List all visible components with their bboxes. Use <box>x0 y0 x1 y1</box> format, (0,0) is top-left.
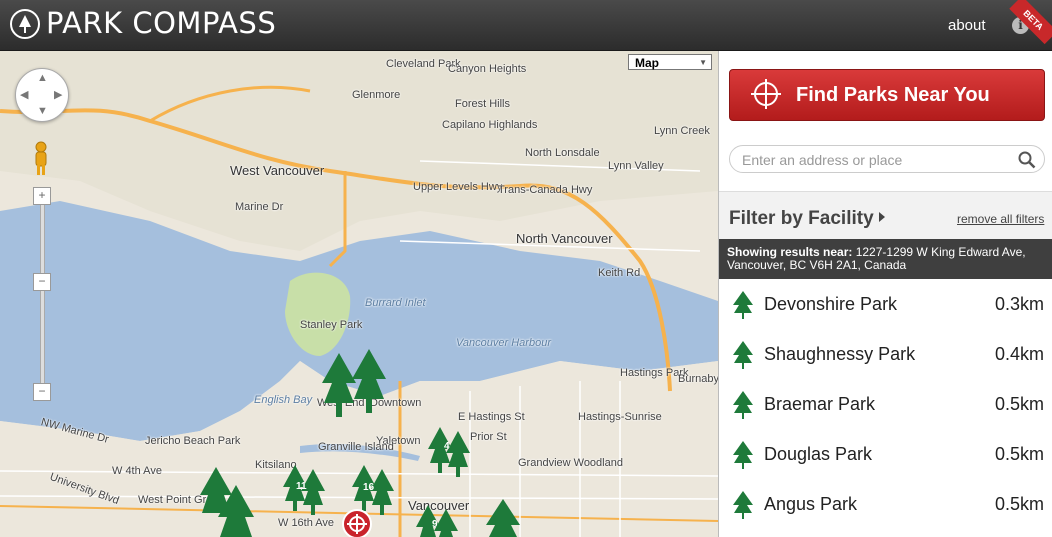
map-label: E Hastings St <box>458 411 525 423</box>
park-result-item[interactable]: Devonshire Park 0.3km <box>719 279 1052 329</box>
map-label: Jericho Beach Park <box>145 435 241 447</box>
map-label: West Vancouver <box>230 163 325 178</box>
map-label: Trans-Canada Hwy <box>498 184 593 196</box>
cluster-count: 9 <box>432 519 438 530</box>
results-location-header: Showing results near: 1227-1299 W King E… <box>719 239 1052 279</box>
map-view[interactable]: Cleveland Park Canyon Heights Glenmore F… <box>0 51 718 537</box>
current-location-marker-icon[interactable] <box>342 509 372 537</box>
zoom-in-button[interactable]: + <box>33 187 51 205</box>
address-search-input[interactable] <box>740 150 1014 170</box>
park-marker-tree-icon[interactable] <box>486 499 520 537</box>
zoom-slider-track[interactable] <box>40 193 45 395</box>
zoom-out-button[interactable]: − <box>33 383 51 401</box>
compass-logo-icon[interactable] <box>10 9 40 39</box>
pan-down-icon[interactable]: ▼ <box>37 105 48 117</box>
map-label: Canyon Heights <box>448 63 527 75</box>
pan-right-icon[interactable]: ▶ <box>54 88 62 101</box>
park-name: Douglas Park <box>764 444 873 464</box>
map-label: Keith Rd <box>598 267 641 279</box>
map-label: North Lonsdale <box>525 147 600 159</box>
map-label: Upper Levels Hwy <box>413 181 503 193</box>
tree-icon <box>733 491 753 519</box>
tree-icon <box>733 391 753 419</box>
map-label: Lynn Creek <box>654 125 710 137</box>
park-result-item[interactable]: Shaughnessy Park 0.4km <box>719 329 1052 379</box>
about-link[interactable]: about <box>948 17 986 34</box>
park-marker-tree-icon[interactable] <box>322 353 356 417</box>
pegman-icon[interactable] <box>33 141 49 177</box>
expand-arrow-icon[interactable] <box>879 212 885 222</box>
map-label: Marine Dr <box>235 201 284 213</box>
map-type-label: Map <box>635 56 659 70</box>
filter-title[interactable]: Filter by Facility <box>729 208 874 230</box>
sidebar: Find Parks Near You Filter by Facility r… <box>718 51 1052 537</box>
map-label: Capilano Highlands <box>442 119 538 131</box>
park-name: Braemar Park <box>764 394 876 414</box>
map-label: Stanley Park <box>300 319 363 331</box>
map-label: W 16th Ave <box>278 517 335 529</box>
crosshair-icon <box>751 79 781 109</box>
results-prefix: Showing results near: <box>727 245 853 259</box>
zoom-slider-handle[interactable]: − <box>33 273 51 291</box>
park-result-item[interactable]: Angus Park 0.5km <box>719 479 1052 529</box>
chevron-down-icon: ▼ <box>699 58 707 67</box>
search-icon[interactable] <box>1018 151 1036 169</box>
park-result-item[interactable]: Braemar Park 0.5km <box>719 379 1052 429</box>
map-label: Vancouver Harbour <box>456 337 551 349</box>
park-distance: 0.5km <box>994 444 1044 464</box>
map-label: Burnaby Heights <box>678 373 718 385</box>
park-distance: 0.3km <box>994 294 1044 314</box>
map-type-select[interactable]: Map ▼ <box>628 54 712 70</box>
park-name: Angus Park <box>764 494 858 514</box>
park-marker-tree-icon[interactable] <box>352 349 386 413</box>
map-label: Burrard Inlet <box>365 297 426 309</box>
find-parks-near-you-button[interactable]: Find Parks Near You <box>729 69 1045 121</box>
park-cluster-tree-icon[interactable] <box>428 427 470 477</box>
map-label: Grandview Woodland <box>518 457 623 469</box>
map-label: English Bay <box>254 394 313 406</box>
park-result-item[interactable]: Douglas Park 0.5km <box>719 429 1052 479</box>
park-distance: 0.5km <box>994 494 1044 514</box>
map-label: Forest Hills <box>455 98 511 110</box>
park-distance: 0.5km <box>994 394 1044 414</box>
cluster-count: 4 <box>444 441 450 452</box>
tree-icon <box>733 291 753 319</box>
filter-by-facility-row[interactable]: Filter by Facility remove all filters <box>719 191 1052 240</box>
cluster-count: 11 <box>296 481 307 492</box>
map-label: North Vancouver <box>516 231 613 246</box>
tree-icon <box>733 341 753 369</box>
tree-icon <box>733 441 753 469</box>
address-search-box[interactable] <box>729 145 1045 173</box>
cluster-count: 16 <box>363 482 375 493</box>
brand-title[interactable]: PARK COMPASS <box>46 6 276 40</box>
park-name: Shaughnessy Park <box>764 344 916 364</box>
park-distance: 0.4km <box>994 344 1044 364</box>
map-label: W 4th Ave <box>112 465 162 477</box>
pan-left-icon[interactable]: ◀ <box>20 88 28 101</box>
map-label: Granville Island <box>318 441 394 453</box>
pan-up-icon[interactable]: ▲ <box>37 72 48 84</box>
find-parks-label: Find Parks Near You <box>796 84 990 106</box>
map-label: Lynn Valley <box>608 160 664 172</box>
remove-all-filters-link[interactable]: remove all filters <box>957 212 1044 226</box>
park-marker-tree-icon[interactable] <box>200 467 254 537</box>
map-label: Glenmore <box>352 89 401 101</box>
map-label: Hastings-Sunrise <box>578 411 662 423</box>
map-label: Prior St <box>470 431 507 443</box>
pan-control[interactable]: ▲ ▼ ◀ ▶ <box>15 68 69 122</box>
top-bar: PARK COMPASS about i BETA <box>0 0 1052 51</box>
park-name: Devonshire Park <box>764 294 898 314</box>
